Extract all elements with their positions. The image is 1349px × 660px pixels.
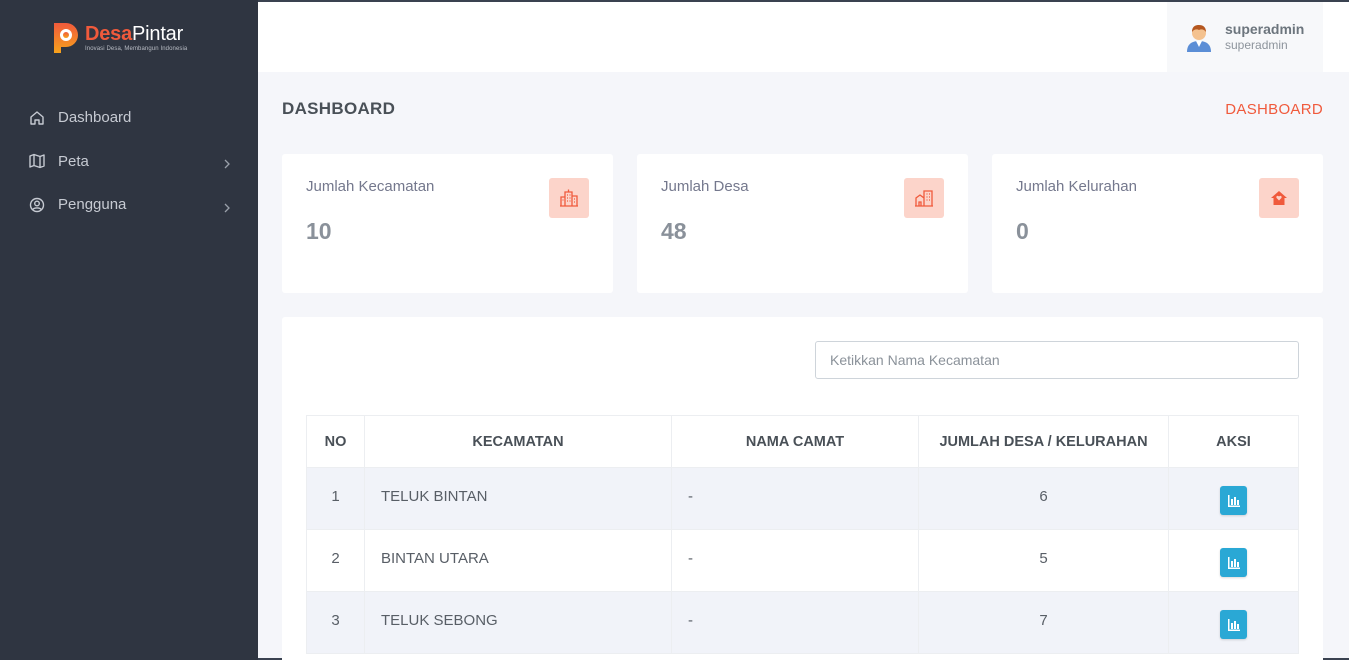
stat-card-kecamatan: Jumlah Kecamatan 10 bbox=[282, 154, 613, 293]
chevron-right-icon bbox=[222, 200, 232, 213]
stat-card-desa: Jumlah Desa 48 bbox=[637, 154, 968, 293]
bar-chart-icon bbox=[1227, 556, 1240, 569]
cell-jumlah: 6 bbox=[918, 467, 1169, 530]
kecamatan-panel: NO KECAMATAN NAMA CAMAT JUMLAH DESA / KE… bbox=[282, 317, 1323, 660]
user-role: superadmin bbox=[1225, 38, 1288, 52]
bar-chart-icon bbox=[1227, 618, 1240, 631]
cell-nama-camat: - bbox=[671, 467, 919, 530]
home-icon bbox=[28, 109, 46, 127]
sidebar: DesaPintar Inovasi Desa, Membangun Indon… bbox=[0, 0, 258, 660]
bar-chart-icon bbox=[1227, 494, 1240, 507]
cell-kecamatan: TELUK SEBONG bbox=[364, 591, 672, 654]
cell-no: 3 bbox=[306, 591, 365, 654]
kecamatan-table: NO KECAMATAN NAMA CAMAT JUMLAH DESA / KE… bbox=[306, 415, 1299, 654]
chart-button[interactable] bbox=[1220, 486, 1247, 515]
house-icon bbox=[1259, 178, 1299, 218]
stat-value: 0 bbox=[1016, 218, 1029, 244]
brand-name: DesaPintar bbox=[85, 23, 184, 45]
table-row: 2 BINTAN UTARA - 5 bbox=[306, 529, 1299, 592]
topbar: superadmin superadmin bbox=[258, 2, 1349, 72]
breadcrumb[interactable]: DASHBOARD bbox=[1225, 101, 1323, 118]
stat-value: 10 bbox=[306, 218, 332, 244]
table-header-row: NO KECAMATAN NAMA CAMAT JUMLAH DESA / KE… bbox=[306, 415, 1299, 468]
table-row: 1 TELUK BINTAN - 6 bbox=[306, 467, 1299, 530]
sidebar-item-peta[interactable]: Peta bbox=[0, 140, 258, 184]
logo-icon bbox=[52, 21, 79, 55]
cell-jumlah: 5 bbox=[918, 529, 1169, 592]
stat-card-kelurahan: Jumlah Kelurahan 0 bbox=[992, 154, 1323, 293]
cell-kecamatan: BINTAN UTARA bbox=[364, 529, 672, 592]
column-header-kecamatan[interactable]: KECAMATAN bbox=[364, 415, 672, 468]
chart-button[interactable] bbox=[1220, 610, 1247, 639]
sidebar-item-label: Pengguna bbox=[58, 196, 127, 214]
cell-no: 2 bbox=[306, 529, 365, 592]
avatar bbox=[1183, 21, 1215, 53]
brand-tagline: Inovasi Desa, Membangun Indonesia bbox=[85, 46, 188, 52]
column-header-no[interactable]: NO bbox=[306, 415, 365, 468]
cell-nama-camat: - bbox=[671, 591, 919, 654]
sidebar-item-pengguna[interactable]: Pengguna bbox=[0, 183, 258, 227]
cell-nama-camat: - bbox=[671, 529, 919, 592]
column-header-nama-camat[interactable]: NAMA CAMAT bbox=[671, 415, 919, 468]
cell-kecamatan: TELUK BINTAN bbox=[364, 467, 672, 530]
stat-label: Jumlah Desa bbox=[661, 178, 749, 195]
stat-value: 48 bbox=[661, 218, 687, 244]
cell-no: 1 bbox=[306, 467, 365, 530]
column-header-aksi: AKSI bbox=[1168, 415, 1299, 468]
brand-logo[interactable]: DesaPintar Inovasi Desa, Membangun Indon… bbox=[52, 20, 187, 56]
chevron-right-icon bbox=[222, 156, 232, 169]
page-title: DASHBOARD bbox=[282, 99, 396, 118]
cell-jumlah: 7 bbox=[918, 591, 1169, 654]
stat-label: Jumlah Kecamatan bbox=[306, 178, 435, 195]
column-header-jumlah[interactable]: JUMLAH DESA / KELURAHAN bbox=[918, 415, 1169, 468]
building-icon bbox=[904, 178, 944, 218]
cell-aksi bbox=[1168, 529, 1299, 592]
search-input[interactable] bbox=[815, 341, 1299, 379]
user-circle-icon bbox=[28, 196, 46, 214]
sidebar-nav: Dashboard Peta Pengguna bbox=[0, 96, 258, 227]
city-icon bbox=[549, 178, 589, 218]
map-icon bbox=[28, 152, 46, 170]
user-menu[interactable]: superadmin superadmin bbox=[1167, 2, 1323, 72]
sidebar-item-label: Dashboard bbox=[58, 109, 132, 127]
stat-label: Jumlah Kelurahan bbox=[1016, 178, 1137, 195]
table-row: 3 TELUK SEBONG - 7 bbox=[306, 591, 1299, 654]
chart-button[interactable] bbox=[1220, 548, 1247, 577]
user-name: superadmin bbox=[1225, 21, 1305, 37]
cell-aksi bbox=[1168, 467, 1299, 530]
cell-aksi bbox=[1168, 591, 1299, 654]
sidebar-item-label: Peta bbox=[58, 152, 89, 170]
sidebar-item-dashboard[interactable]: Dashboard bbox=[0, 96, 258, 140]
